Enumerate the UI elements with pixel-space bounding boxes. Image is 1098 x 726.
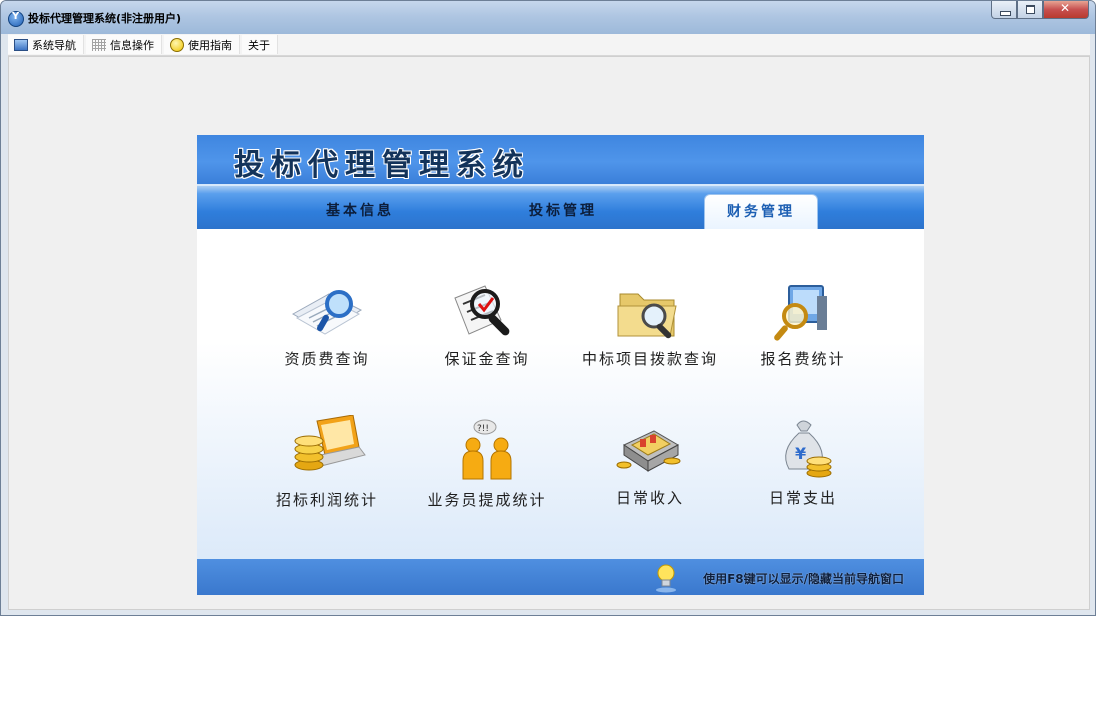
menu-about[interactable]: 关于 (242, 35, 278, 54)
speech-bubble-text: ?!! (477, 424, 489, 434)
menu-user-guide[interactable]: 使用指南 (164, 35, 240, 54)
checklist-magnifier-icon (454, 285, 510, 336)
tab-basic-info[interactable]: 基本信息 (326, 200, 394, 220)
item-label: 日常收入 (615, 489, 684, 507)
item-tender-profit-stats[interactable]: 招标利润统计 (252, 415, 402, 515)
menu-label: 关于 (248, 38, 270, 52)
minimize-button[interactable] (991, 1, 1017, 19)
svg-text:¥: ¥ (795, 444, 806, 463)
menu-system-navigation[interactable]: 系统导航 (8, 35, 84, 54)
item-label: 中标项目拨款查询 (581, 350, 718, 368)
menu-label: 信息操作 (110, 38, 154, 52)
navigation-panel: 投标代理管理系统 基本信息 投标管理 财务管理 资质费查询 保证金查询 中标项目… (197, 135, 924, 595)
item-registration-fee-stats[interactable]: 报名费统计 (728, 280, 878, 380)
item-label: 业务员提成统计 (427, 491, 547, 509)
folder-magnifier-icon (617, 293, 677, 339)
nav-window-icon (14, 38, 28, 51)
tab-finance-management[interactable]: 财务管理 (704, 194, 818, 229)
item-salesperson-commission-stats[interactable]: ?!! 业务员提成统计 (412, 415, 562, 515)
item-label: 日常支出 (768, 489, 837, 507)
menu-label: 系统导航 (32, 38, 76, 52)
computer-magnifier-icon (774, 285, 827, 341)
menu-label: 使用指南 (188, 38, 232, 52)
lightbulb-icon (656, 564, 676, 593)
grid-icon (92, 38, 106, 51)
menu-info-operation[interactable]: 信息操作 (86, 35, 162, 54)
people-question-icon: ?!! (462, 419, 512, 480)
tab-bar: 基本信息 投标管理 财务管理 (197, 184, 924, 229)
window-controls (991, 1, 1089, 20)
item-daily-expense[interactable]: ¥ 日常支出 (728, 415, 878, 515)
panel-title: 投标代理管理系统 (234, 148, 530, 183)
window-title: 投标代理管理系统(非注册用户) (28, 12, 182, 25)
item-deposit-query[interactable]: 保证金查询 (412, 280, 562, 380)
title-bar[interactable]: 投标代理管理系统(非注册用户) (1, 1, 1095, 34)
laptop-coins-icon (294, 415, 366, 471)
tab-bid-management[interactable]: 投标管理 (529, 200, 597, 220)
app-logo-icon (8, 11, 24, 27)
panel-header: 投标代理管理系统 (197, 135, 924, 184)
cash-box-icon (616, 430, 681, 472)
panel-status-bar: 使用F8键可以显示/隐藏当前导航窗口 (197, 559, 924, 595)
item-winning-project-payment-query[interactable]: 中标项目拨款查询 (575, 280, 725, 380)
item-qualification-fee-query[interactable]: 资质费查询 (252, 280, 402, 380)
guide-icon (170, 37, 184, 52)
money-bag-icon: ¥ (785, 420, 832, 478)
restore-button[interactable] (1017, 1, 1043, 19)
f8-hint-text: 使用F8键可以显示/隐藏当前导航窗口 (703, 572, 904, 586)
item-label: 招标利润统计 (275, 491, 378, 509)
item-daily-income[interactable]: 日常收入 (575, 415, 725, 515)
item-label: 报名费统计 (760, 350, 846, 368)
item-label: 保证金查询 (444, 350, 530, 368)
menu-bar: 系统导航 信息操作 使用指南 关于 (8, 34, 1090, 56)
document-magnifier-icon (291, 290, 363, 335)
close-button[interactable] (1043, 1, 1089, 19)
item-label: 资质费查询 (284, 350, 370, 368)
